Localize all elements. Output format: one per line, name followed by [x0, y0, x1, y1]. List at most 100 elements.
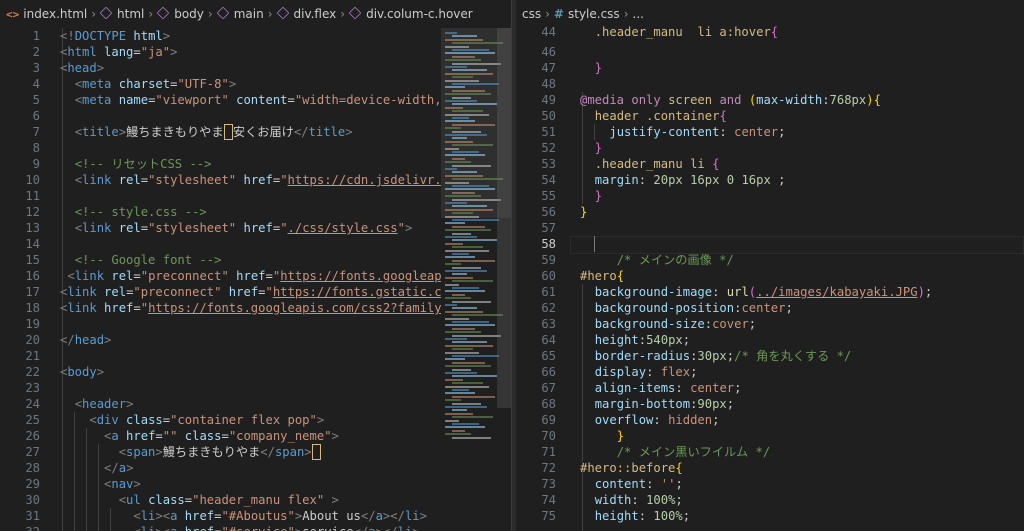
editor-pane-html[interactable]: <> index.html › html › body › main › div.flex › div… [0, 0, 511, 531]
code-line[interactable]: 23 [0, 380, 511, 396]
minimap-stroke [445, 270, 487, 272]
code-line[interactable]: 15 <!-- Google font --> [0, 252, 511, 268]
code-line[interactable]: 47 } [516, 60, 1024, 76]
code-line[interactable]: 27 <span>鰻ちまきもりやま</span> [0, 444, 511, 460]
code-line[interactable]: 67 align-items: center; [516, 380, 1024, 396]
code-line[interactable]: 10 <link rel="stylesheet" href="https://… [0, 172, 511, 188]
minimap-stroke [452, 35, 477, 38]
token: </ [293, 125, 309, 139]
code-line[interactable]: 30 <ul class="header_manu flex" > [0, 492, 511, 508]
code-line[interactable]: 13 <link rel="stylesheet" href="./css/st… [0, 220, 511, 236]
code-line[interactable]: 21 [0, 348, 511, 364]
token: : [822, 93, 830, 107]
code-line[interactable]: 57 [516, 220, 1024, 236]
code-line[interactable]: 63 background-size:cover; [516, 316, 1024, 332]
code-area[interactable]: 1 <!DOCTYPE html> 2 <html lang="ja"> 3 <head>… [0, 28, 511, 531]
code-line[interactable]: 3 <head> [0, 60, 511, 76]
code-line[interactable]: 17 <link rel="preconnect" href="https://f… [0, 284, 511, 300]
code-line[interactable]: 29 <nav> [0, 476, 511, 492]
code-line[interactable]: 56} [516, 204, 1024, 220]
token: url [726, 285, 749, 299]
code-line[interactable]: 60 #hero{ [516, 268, 1024, 284]
code-line[interactable]: 53 .header_manu li { [516, 156, 1024, 172]
code-line[interactable]: 64 height:540px; [516, 332, 1024, 348]
code-line[interactable]: 72 #hero::before{ [516, 460, 1024, 476]
code-line[interactable]: 71 /* メイン黒いフイルム */ [516, 444, 1024, 460]
code-line[interactable]: 46 [516, 44, 1024, 60]
code-line[interactable]: 11 [0, 188, 511, 204]
code-line[interactable]: 61 background-image: url(../images/kabay… [516, 284, 1024, 300]
code-line[interactable]: 74 width: 100%; [516, 492, 1024, 508]
code-line[interactable]: 6 [0, 108, 511, 124]
editor-pane-css[interactable]: css › # style.css ›... 44 .header_manu li a:… [516, 0, 1024, 531]
code-area[interactable]: 44 .header_manu li a:hover{ 46 47 } 48 49 @me… [516, 25, 1024, 531]
code-line[interactable]: 4 <meta charset="UTF-8"> [0, 76, 511, 92]
code-line[interactable]: 66 display: flex; [516, 364, 1024, 380]
code-line[interactable]: 19 [0, 316, 511, 332]
code-line[interactable]: 5 <meta name="viewport" content="width=d… [0, 92, 511, 108]
token: head [74, 333, 105, 347]
line-number: 10 [25, 173, 40, 187]
code-line[interactable]: 18 <link href="https://fonts.googleapis.c… [0, 300, 511, 316]
token: ; [726, 397, 735, 411]
token: content [594, 477, 647, 491]
code-line[interactable]: 22 <body> [0, 364, 511, 380]
token: About us [302, 509, 361, 523]
minimap-stroke [445, 385, 489, 388]
breadcrumb-item-div-flex[interactable]: › div.flex [264, 0, 336, 28]
token: "stylesheet" [148, 221, 237, 235]
line-number: 4 [32, 77, 40, 91]
code-line[interactable]: 62 background-position:center; [516, 300, 1024, 316]
code-line[interactable]: 50 header .container{ [516, 108, 1024, 124]
code-line[interactable]: 12 <!-- style.css --> [0, 204, 511, 220]
code-line[interactable]: 24 <header> [0, 396, 511, 412]
code-line[interactable]: 52 } [516, 140, 1024, 156]
token: ; [675, 477, 683, 491]
code-line[interactable]: 49 @media only screen and (max-width:768p… [516, 92, 1024, 108]
token: li [140, 509, 156, 523]
code-line[interactable]: 55 } [516, 188, 1024, 204]
code-line[interactable]: 8 [0, 140, 511, 156]
code-line[interactable]: 7 <title>鰻ちまきもりやま 安くお届け</title> [0, 124, 511, 140]
chevron-right-icon: › [545, 7, 550, 21]
code-line[interactable]: 9 <!-- リセットCSS --> [0, 156, 511, 172]
code-line[interactable]: 65 border-radius:30px;/* 角を丸くする */ [516, 348, 1024, 364]
code-line[interactable]: 1 <!DOCTYPE html> [0, 28, 511, 44]
code-line[interactable]: 70 } [516, 428, 1024, 444]
code-line[interactable]: 59 /* メインの画像 */ [516, 252, 1024, 268]
code-line[interactable]: 69 overflow: hidden; [516, 412, 1024, 428]
breadcrumb-item-body[interactable]: › body [144, 0, 204, 28]
breadcrumb-item-file[interactable]: <> index.html [6, 0, 87, 28]
breadcrumb-item-html[interactable]: › html [87, 0, 144, 28]
minimap-stroke [452, 103, 497, 106]
code-line[interactable]: 68 margin-bottom:90px; [516, 396, 1024, 412]
code-line[interactable]: 48 [516, 76, 1024, 92]
code-line[interactable]: 26 <a href="" class="company_neme"> [0, 428, 511, 444]
code-line[interactable]: 73 content: ''; [516, 476, 1024, 492]
vertical-scrollbar[interactable] [497, 28, 511, 408]
breadcrumb-item-main[interactable]: › main [204, 0, 264, 28]
code-line[interactable]: 28 </a> [0, 460, 511, 476]
code-line[interactable]: 75 height: 100%; [516, 508, 1024, 524]
breadcrumb-item-div-colum[interactable]: › div.colum-c.hover [336, 0, 473, 28]
code-line[interactable]: 44 .header_manu li a:hover{ [516, 24, 1024, 40]
line-number: 28 [25, 461, 40, 475]
code-line[interactable]: 25 <div class="container flex pop"> [0, 412, 511, 428]
chevron-right-icon: › [207, 7, 213, 21]
code-line[interactable]: 2 <html lang="ja"> [0, 44, 511, 60]
minimap-stroke [452, 239, 497, 242]
code-line[interactable]: 32 <li><a href="#service">service</a></l… [0, 524, 511, 531]
code-text: </a> [60, 460, 133, 476]
code-line[interactable]: 51 justify-content: center; [516, 124, 1024, 140]
code-line[interactable]: 16 <link rel="preconnect" href="https://… [0, 268, 511, 284]
minimap-stroke [445, 168, 457, 170]
code-line[interactable]: 31 <li><a href="#Aboutus">About us</a></… [0, 508, 511, 524]
code-line[interactable]: 20 </head> [0, 332, 511, 348]
code-line[interactable]: 14 [0, 236, 511, 252]
code-line[interactable]: 58 [516, 236, 1024, 252]
code-line[interactable]: 54 margin: 20px 16px 0 16px ; [516, 172, 1024, 188]
